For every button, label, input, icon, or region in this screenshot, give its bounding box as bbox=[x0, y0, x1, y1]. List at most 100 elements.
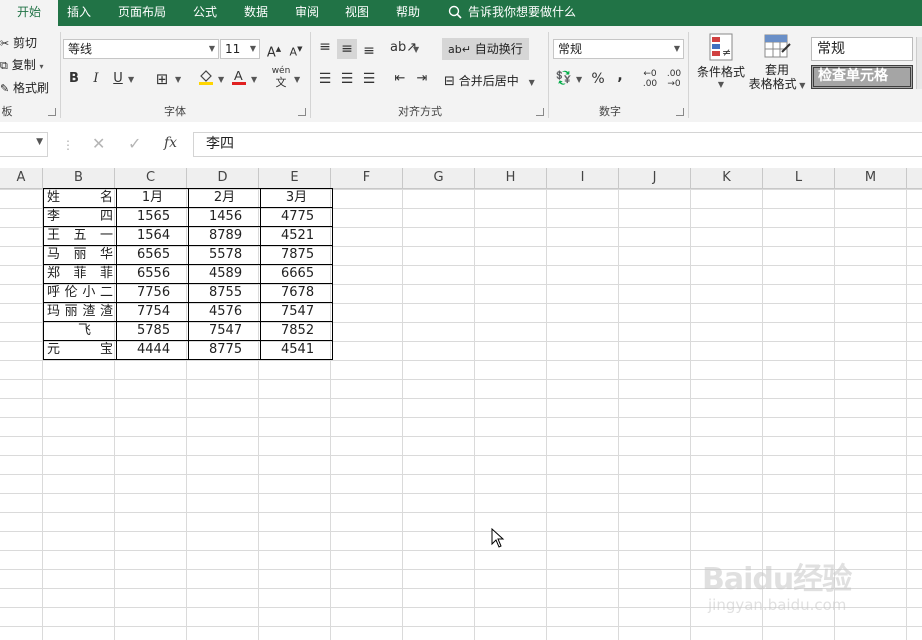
table-cell[interactable]: 玛丽渣渣 bbox=[43, 302, 117, 322]
font-launcher-icon[interactable] bbox=[298, 108, 306, 116]
table-cell[interactable]: 1564 bbox=[116, 226, 189, 246]
column-header-i[interactable]: I bbox=[547, 168, 619, 188]
name-box[interactable]: ▼ bbox=[0, 132, 48, 157]
align-center-icon[interactable]: ☰ bbox=[337, 69, 357, 89]
table-cell[interactable]: 4444 bbox=[116, 340, 189, 360]
align-right-icon[interactable]: ☰ bbox=[359, 69, 379, 89]
table-cell[interactable]: 6556 bbox=[116, 264, 189, 284]
chevron-down-icon[interactable]: ▼ bbox=[128, 75, 134, 84]
table-cell[interactable]: 7678 bbox=[260, 283, 333, 303]
table-cell[interactable]: 8775 bbox=[188, 340, 261, 360]
table-cell[interactable]: 4589 bbox=[188, 264, 261, 284]
table-cell[interactable]: 4521 bbox=[260, 226, 333, 246]
increase-indent-icon[interactable]: ⇥ bbox=[412, 69, 432, 89]
decrease-indent-icon[interactable]: ⇤ bbox=[390, 69, 410, 89]
bold-button[interactable]: B bbox=[64, 69, 84, 89]
tab-formulas[interactable]: 公式 bbox=[184, 0, 226, 26]
decrease-decimal-icon[interactable]: .00 →0 bbox=[664, 69, 684, 89]
table-cell[interactable]: 马 丽 华 bbox=[43, 245, 117, 265]
table-cell[interactable]: 6665 bbox=[260, 264, 333, 284]
table-cell[interactable]: 7547 bbox=[188, 321, 261, 341]
clipboard-launcher-icon[interactable] bbox=[48, 108, 56, 116]
column-header-e[interactable]: E bbox=[259, 168, 331, 188]
percent-button[interactable]: % bbox=[588, 69, 608, 89]
table-cell[interactable]: 8755 bbox=[188, 283, 261, 303]
table-cell[interactable]: 7852 bbox=[260, 321, 333, 341]
italic-button[interactable]: I bbox=[86, 69, 106, 89]
tab-review[interactable]: 审阅 bbox=[286, 0, 328, 26]
table-cell[interactable]: 1月 bbox=[116, 188, 189, 208]
table-cell[interactable]: 1456 bbox=[188, 207, 261, 227]
column-header-l[interactable]: L bbox=[763, 168, 835, 188]
styles-gallery-scroll[interactable] bbox=[916, 37, 922, 89]
tab-home[interactable]: 开始 bbox=[0, 0, 58, 27]
column-header-m[interactable]: M bbox=[835, 168, 907, 188]
table-cell[interactable]: 5785 bbox=[116, 321, 189, 341]
align-middle-icon[interactable]: ≡ bbox=[337, 39, 357, 59]
column-header-f[interactable]: F bbox=[331, 168, 403, 188]
column-header-h[interactable]: H bbox=[475, 168, 547, 188]
chevron-down-icon[interactable]: ▼ bbox=[413, 45, 419, 54]
table-cell[interactable]: 元 宝 bbox=[43, 340, 117, 360]
decrease-font-icon[interactable]: A▼ bbox=[286, 39, 306, 59]
tab-view[interactable]: 视图 bbox=[336, 0, 378, 26]
copy-button[interactable]: ⧉ 复制 ▾ bbox=[0, 56, 44, 73]
table-cell[interactable]: 2月 bbox=[188, 188, 261, 208]
column-header-g[interactable]: G bbox=[403, 168, 475, 188]
table-cell[interactable]: 6565 bbox=[116, 245, 189, 265]
table-cell[interactable]: 王 五 一 bbox=[43, 226, 117, 246]
table-cell[interactable]: 4576 bbox=[188, 302, 261, 322]
align-left-icon[interactable]: ☰ bbox=[315, 69, 335, 89]
number-launcher-icon[interactable] bbox=[676, 108, 684, 116]
table-cell[interactable]: 飞 bbox=[43, 321, 117, 341]
conditional-formatting-button[interactable]: ≠ 条件格式 ▼ bbox=[696, 32, 746, 102]
table-cell[interactable]: 李 四 bbox=[43, 207, 117, 227]
underline-button[interactable]: U bbox=[108, 69, 128, 89]
comma-button[interactable]: , bbox=[610, 66, 630, 86]
table-cell[interactable]: 呼伦小二 bbox=[43, 283, 117, 303]
table-cell[interactable]: 5578 bbox=[188, 245, 261, 265]
cancel-icon[interactable]: ✕ bbox=[92, 134, 105, 153]
table-cell[interactable]: 1565 bbox=[116, 207, 189, 227]
font-name-dropdown[interactable]: 等线 ▼ bbox=[63, 39, 219, 59]
font-size-dropdown[interactable]: 11 ▼ bbox=[220, 39, 260, 59]
table-cell[interactable]: 4541 bbox=[260, 340, 333, 360]
column-header-k[interactable]: K bbox=[691, 168, 763, 188]
tab-data[interactable]: 数据 bbox=[234, 0, 278, 26]
borders-icon[interactable]: ⊞ bbox=[152, 69, 172, 89]
wrap-text-button[interactable]: ab↵ 自动换行 bbox=[442, 38, 529, 60]
column-header-d[interactable]: D bbox=[187, 168, 259, 188]
format-as-table-button[interactable]: 套用 表格格式 ▼ bbox=[746, 32, 808, 102]
column-header-c[interactable]: C bbox=[115, 168, 187, 188]
cut-button[interactable]: ✂ 剪切 bbox=[0, 34, 37, 51]
column-header-j[interactable]: J bbox=[619, 168, 691, 188]
number-format-dropdown[interactable]: 常规 ▼ bbox=[553, 39, 684, 59]
table-cell[interactable]: 7875 bbox=[260, 245, 333, 265]
chevron-down-icon[interactable]: ▼ bbox=[576, 75, 582, 84]
tab-insert[interactable]: 插入 bbox=[58, 0, 100, 26]
table-cell[interactable]: 7754 bbox=[116, 302, 189, 322]
formula-input[interactable]: 李四 bbox=[193, 132, 922, 157]
column-header-b[interactable]: B bbox=[43, 168, 115, 188]
table-cell[interactable]: 7756 bbox=[116, 283, 189, 303]
chevron-down-icon[interactable]: ▼ bbox=[175, 75, 181, 84]
font-color-icon[interactable]: A bbox=[229, 68, 249, 88]
merge-center-button[interactable]: ⊟ 合并后居中 ▼ bbox=[444, 72, 535, 89]
tab-page-layout[interactable]: 页面布局 bbox=[106, 0, 178, 26]
tell-me-search[interactable]: 告诉我你想要做什么 bbox=[448, 0, 576, 26]
style-check-cell[interactable]: 检查单元格 bbox=[811, 65, 913, 89]
table-cell[interactable]: 7547 bbox=[260, 302, 333, 322]
style-normal[interactable]: 常规 bbox=[811, 37, 913, 61]
insert-function-icon[interactable]: fx bbox=[164, 135, 177, 151]
table-cell[interactable]: 郑 菲 菲 bbox=[43, 264, 117, 284]
tab-help[interactable]: 帮助 bbox=[386, 0, 430, 26]
chevron-down-icon[interactable]: ▼ bbox=[251, 75, 257, 84]
fill-color-icon[interactable] bbox=[196, 68, 216, 88]
align-top-icon[interactable]: ≡ bbox=[315, 37, 335, 57]
column-header-a[interactable]: A bbox=[0, 168, 43, 188]
table-cell[interactable]: 3月 bbox=[260, 188, 333, 208]
table-cell[interactable]: 4775 bbox=[260, 207, 333, 227]
chevron-down-icon[interactable]: ▼ bbox=[294, 75, 300, 84]
phonetic-icon[interactable]: wén 文 bbox=[271, 66, 291, 88]
orientation-icon[interactable]: ab↗ bbox=[390, 38, 417, 58]
